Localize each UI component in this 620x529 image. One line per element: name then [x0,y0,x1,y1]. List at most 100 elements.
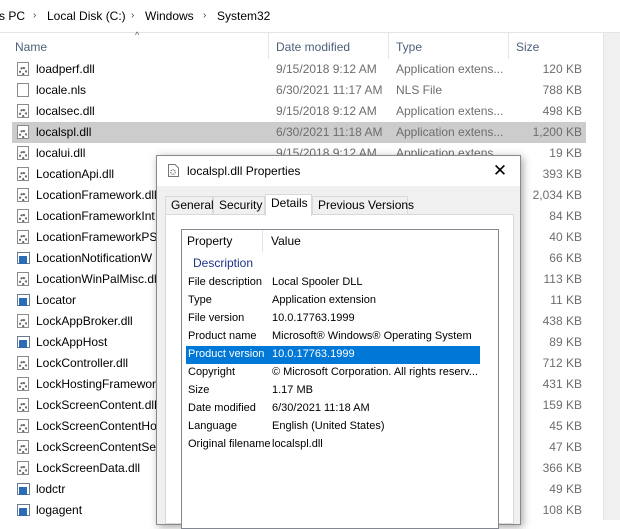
file-size: 2,034 KB [532,188,582,202]
tab-security[interactable]: Security [213,196,265,214]
file-name: logagent [36,503,83,517]
file-size: 49 KB [549,482,582,496]
property-list[interactable]: Property Value Description File descript… [181,229,499,529]
file-size: 40 KB [549,230,582,244]
dll-file-icon [17,62,29,76]
close-button[interactable]: ✕ [480,156,520,186]
breadcrumb-separator-icon[interactable]: › [33,10,36,21]
file-row[interactable]: loadperf.dll 9/15/2018 9:12 AM Application… [12,59,586,80]
file-name: LockScreenContent.dll [36,398,157,412]
breadcrumb-system32[interactable]: System32 [217,9,270,23]
column-header-name[interactable]: Name [15,40,47,54]
file-size: 89 KB [549,335,582,349]
file-row[interactable]: localsec.dll 9/15/2018 9:12 AM Application… [12,101,586,122]
column-header-date-modified[interactable]: Date modified [276,40,350,54]
file-size: 45 KB [549,419,582,433]
property-value: 1.17 MB [272,384,313,396]
file-size: 84 KB [549,209,582,223]
property-row[interactable]: Size 1.17 MB [186,382,480,400]
file-size: 788 KB [542,83,582,97]
tab-previous-versions[interactable]: Previous Versions [312,196,414,214]
file-name: LocationFramework.dll [36,188,157,202]
close-icon: ✕ [492,161,508,180]
breadcrumb-separator-icon[interactable]: › [131,10,134,21]
file-date-modified: 9/15/2018 9:12 AM [276,62,377,76]
property-row[interactable]: File version 10.0.17763.1999 [186,310,480,328]
property-row[interactable]: Language English (United States) [186,418,480,436]
file-size: 159 KB [542,398,582,412]
file-row[interactable]: localspl.dll 6/30/2021 11:18 AM Applicatio… [12,122,586,143]
file-name: localsec.dll [36,104,95,118]
property-name: Original filename [188,438,271,450]
gear-icon [19,214,27,222]
dialog-title-bar[interactable]: localspl.dll Properties ✕ [157,156,520,186]
file-row[interactable]: locale.nls 6/30/2021 11:17 AM NLS File 788 … [12,80,586,101]
breadcrumb-this-pc[interactable]: s PC [0,9,25,23]
gear-icon [19,403,27,411]
file-name: LocationFrameworkInt [36,209,155,223]
gear-icon [19,130,27,138]
file-size: 120 KB [542,62,582,76]
breadcrumb-windows[interactable]: Windows [145,9,194,23]
file-name: LockScreenData.dll [36,461,141,475]
column-header-size[interactable]: Size [516,40,539,54]
file-name: LocationFrameworkPS. [36,230,161,244]
address-bar[interactable]: s PC › Local Disk (C:) › Windows › Syste… [0,0,620,33]
column-divider[interactable] [268,33,269,59]
file-name: LocationApi.dll [36,167,115,181]
gear-icon [19,277,27,285]
file-name: Locator [36,293,77,307]
property-row[interactable]: Date modified 6/30/2021 11:18 AM [186,400,480,418]
file-type: Application extens... [396,125,504,139]
property-name: Copyright [188,366,236,378]
file-size: 438 KB [542,314,582,328]
gear-icon [19,172,27,180]
file-name: LocationWinPalMisc.dl [36,272,157,286]
property-name: Size [188,384,210,396]
tab-general[interactable]: General [165,196,214,214]
gear-icon [19,193,27,201]
column-divider[interactable] [388,33,389,59]
file-name: localui.dll [36,146,86,160]
vertical-scrollbar[interactable] [603,33,620,520]
file-name: loadperf.dll [36,62,95,76]
dll-file-icon [17,188,29,202]
property-row[interactable]: Product name Microsoft® Windows® Operatin… [186,328,480,346]
gear-icon [19,67,27,75]
property-row[interactable]: Copyright © Microsoft Corporation. All ri… [186,364,480,382]
property-row[interactable]: Type Application extension [186,292,480,310]
gear-icon [19,445,27,453]
gear-icon [19,466,27,474]
column-divider[interactable] [262,230,263,252]
gear-icon [19,424,27,432]
property-value: © Microsoft Corporation. All rights rese… [272,366,478,378]
file-name: LockHostingFramewor [36,377,157,391]
property-row[interactable]: Original filename localspl.dll [186,436,480,454]
file-size: 113 KB [543,272,582,286]
property-list-header: Property Value [182,230,498,252]
gear-icon [19,319,27,327]
column-divider[interactable] [508,33,509,59]
application-icon [17,336,30,348]
property-value: 10.0.17763.1999 [272,348,355,360]
property-name: Product name [188,330,257,342]
breadcrumb-separator-icon[interactable]: › [203,10,206,21]
tab-details[interactable]: Details [265,194,312,216]
file-date-modified: 6/30/2021 11:18 AM [276,125,383,139]
file-size: 712 KB [542,356,582,370]
breadcrumb-local-disk[interactable]: Local Disk (C:) [47,9,126,23]
file-name: LockController.dll [36,356,129,370]
property-row[interactable]: Product version 10.0.17763.1999 [186,346,480,364]
column-header-type[interactable]: Type [396,40,422,54]
file-name: LockAppBroker.dll [36,314,133,328]
property-value: 6/30/2021 11:18 AM [272,402,370,414]
property-value: 10.0.17763.1999 [272,312,355,324]
column-header-value[interactable]: Value [271,234,301,248]
dll-file-icon [17,209,29,223]
property-row[interactable]: File description Local Spooler DLL [186,274,480,292]
dialog-title: localspl.dll Properties [187,164,301,178]
dll-file-icon [17,272,29,286]
file-name: LockScreenContentSer [36,440,161,454]
file-name: LockAppHost [36,335,108,349]
column-header-property[interactable]: Property [187,234,232,248]
